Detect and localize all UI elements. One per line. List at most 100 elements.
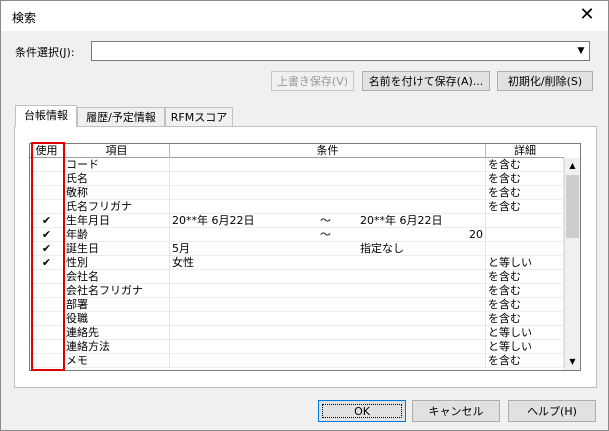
range-separator[interactable] [320,312,340,326]
cancel-button[interactable]: キャンセル [412,400,500,422]
item-cell[interactable]: 氏名フリガナ [64,200,170,214]
header-item[interactable]: 項目 [64,144,170,158]
table-row[interactable]: 氏名 を含む [30,172,564,186]
detail-cell[interactable]: と等しい [486,326,564,340]
condition-to-cell[interactable] [340,284,486,298]
item-cell[interactable]: 生年月日 [64,214,170,228]
table-row[interactable]: ✔ 誕生日 5月 指定なし [30,242,564,256]
detail-cell[interactable]: を含む [486,158,564,172]
detail-cell[interactable]: を含む [486,284,564,298]
condition-from-cell[interactable]: 5月 [170,242,320,256]
condition-from-cell[interactable] [170,326,320,340]
table-row[interactable]: 連絡方法 と等しい [30,340,564,354]
condition-from-cell[interactable] [170,200,320,214]
item-cell[interactable]: 性別 [64,256,170,270]
condition-from-cell[interactable] [170,312,320,326]
detail-cell[interactable]: を含む [486,186,564,200]
condition-to-cell[interactable] [340,186,486,200]
table-row[interactable]: 会社名フリガナ を含む [30,284,564,298]
help-button[interactable]: ヘルプ(H) [508,400,596,422]
range-separator[interactable] [320,242,340,256]
condition-to-cell[interactable] [340,172,486,186]
header-condition[interactable]: 条件 [170,144,486,158]
detail-cell[interactable]: を含む [486,200,564,214]
condition-to-cell[interactable] [340,158,486,172]
range-separator[interactable]: ～ [320,214,340,228]
scroll-down-icon[interactable]: ▼ [565,354,580,370]
table-row[interactable]: 氏名フリガナ を含む [30,200,564,214]
detail-cell[interactable]: と等しい [486,340,564,354]
condition-to-cell[interactable] [340,298,486,312]
condition-to-cell[interactable] [340,200,486,214]
table-row[interactable]: コード を含む [30,158,564,172]
scroll-thumb[interactable] [566,175,579,238]
table-row[interactable]: 敬称 を含む [30,186,564,200]
range-separator[interactable] [320,158,340,172]
condition-to-cell[interactable] [340,270,486,284]
range-separator[interactable] [320,284,340,298]
range-separator[interactable] [320,186,340,200]
condition-from-cell[interactable] [170,158,320,172]
item-cell[interactable]: 連絡方法 [64,340,170,354]
save-as-button[interactable]: 名前を付けて保存(A)... [362,71,490,91]
condition-from-cell[interactable] [170,298,320,312]
condition-from-cell[interactable] [170,354,320,368]
condition-from-cell[interactable] [170,270,320,284]
range-separator[interactable] [320,256,340,270]
condition-from-cell[interactable] [170,340,320,354]
item-cell[interactable]: 部署 [64,298,170,312]
reset-delete-button[interactable]: 初期化/削除(S) [497,71,593,91]
detail-cell[interactable]: を含む [486,354,564,368]
condition-from-cell[interactable] [170,172,320,186]
table-row[interactable]: ✔ 年齢～ 20 [30,228,564,242]
item-cell[interactable]: メモ [64,354,170,368]
item-cell[interactable]: 敬称 [64,186,170,200]
condition-from-cell[interactable]: 女性 [170,256,320,270]
condition-to-cell[interactable] [340,312,486,326]
overwrite-save-button[interactable]: 上書き保存(V) [271,71,354,91]
item-cell[interactable]: コード [64,158,170,172]
table-row[interactable]: ✔ 生年月日 20**年 6月22日～ 20**年 6月22日 [30,214,564,228]
table-row[interactable]: 役職 を含む [30,312,564,326]
header-detail[interactable]: 詳細 [486,144,564,158]
range-separator[interactable] [320,340,340,354]
condition-to-cell[interactable] [340,340,486,354]
ok-button[interactable]: OK [318,400,406,422]
condition-to-cell[interactable]: 20**年 6月22日 [340,214,486,228]
condition-select-combobox[interactable]: ▼ [91,41,590,61]
table-row[interactable]: ✔ 性別 女性 と等しい [30,256,564,270]
condition-from-cell[interactable] [170,228,320,242]
condition-to-cell[interactable] [340,326,486,340]
tab-rfm-score[interactable]: RFMスコア [165,107,233,127]
condition-to-cell[interactable]: 20 [340,228,486,242]
item-cell[interactable]: 役職 [64,312,170,326]
condition-to-cell[interactable] [340,354,486,368]
item-cell[interactable]: 誕生日 [64,242,170,256]
range-separator[interactable]: ～ [320,228,340,242]
table-row[interactable]: 連絡先 と等しい [30,326,564,340]
detail-cell[interactable] [486,228,564,242]
detail-cell[interactable]: を含む [486,270,564,284]
item-cell[interactable]: 年齢 [64,228,170,242]
table-row[interactable]: 会社名 を含む [30,270,564,284]
chevron-down-icon[interactable]: ▼ [573,42,589,60]
range-separator[interactable] [320,354,340,368]
item-cell[interactable]: 連絡先 [64,326,170,340]
detail-cell[interactable]: と等しい [486,256,564,270]
detail-cell[interactable]: を含む [486,312,564,326]
vertical-scrollbar[interactable]: ▲ ▼ [564,158,580,370]
table-row[interactable]: メモ を含む [30,354,564,368]
range-separator[interactable] [320,200,340,214]
close-icon[interactable]: ✕ [576,4,598,26]
tab-history-schedule[interactable]: 履歴/予定情報 [77,107,165,127]
condition-from-cell[interactable] [170,284,320,298]
item-cell[interactable]: 氏名 [64,172,170,186]
item-cell[interactable]: 会社名 [64,270,170,284]
item-cell[interactable]: 会社名フリガナ [64,284,170,298]
detail-cell[interactable]: を含む [486,172,564,186]
range-separator[interactable] [320,298,340,312]
range-separator[interactable] [320,326,340,340]
detail-cell[interactable] [486,214,564,228]
condition-from-cell[interactable]: 20**年 6月22日 [170,214,320,228]
condition-from-cell[interactable] [170,186,320,200]
